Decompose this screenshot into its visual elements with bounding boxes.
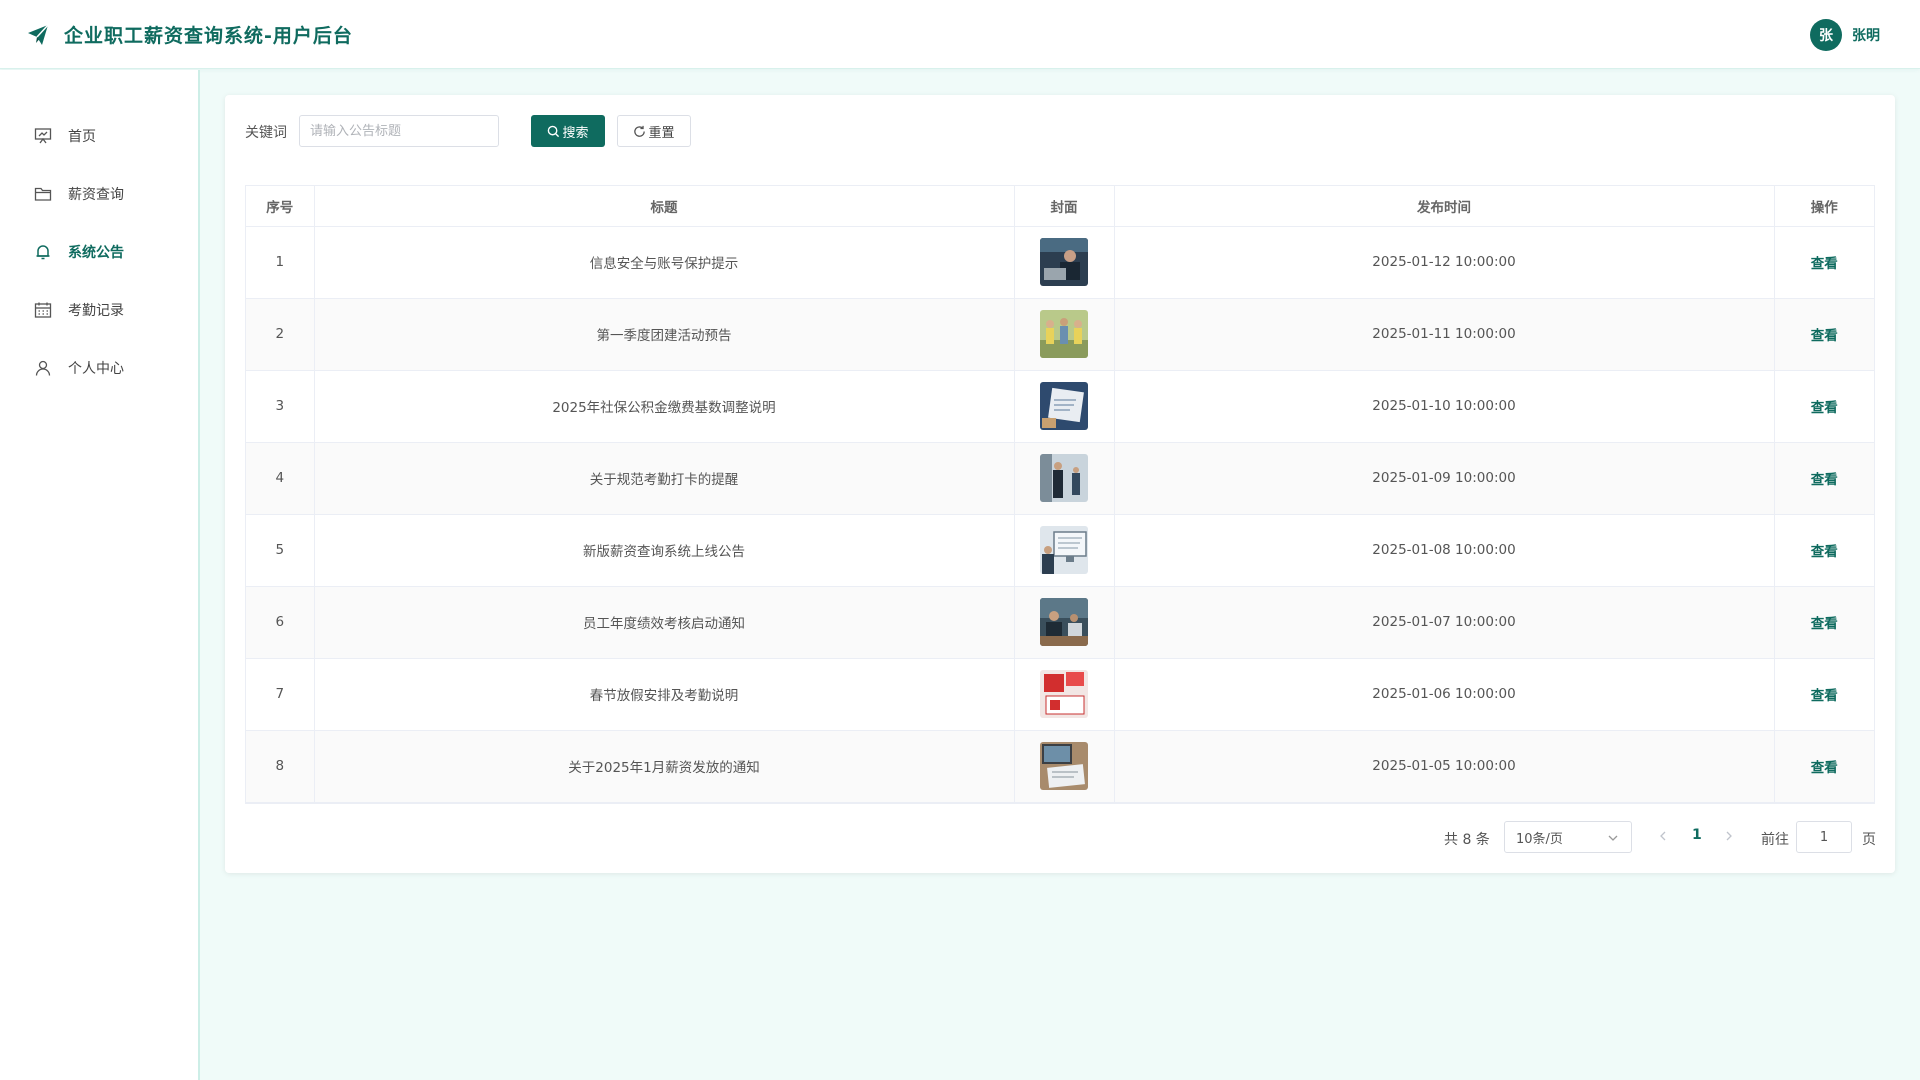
bell-icon [36, 245, 50, 260]
table-row: 1 信息安全与账号保护提示 2025-01-12 10:00:00 查看 [246, 226, 1874, 299]
table-header-row: 序号 标题 封面 发布时间 操作 [246, 186, 1874, 227]
search-button[interactable]: 搜索 [531, 115, 605, 147]
reset-button[interactable]: 重置 [617, 115, 691, 147]
table-row: 8 关于2025年1月薪资发放的通知 2025-01-05 10:00:00 查… [246, 730, 1874, 803]
page-unit-label: 页 [1862, 832, 1876, 848]
table-row: 3 2025年社保公积金缴费基数调整说明 2025-01-10 10:00:00… [246, 370, 1874, 443]
sidebar-item-label: 系统公告 [68, 245, 124, 261]
sidebar: 首页 薪资查询 系统公告 考勤记录 个人中心 [0, 70, 200, 1080]
chevron-down-icon [1608, 835, 1618, 841]
avatar[interactable]: 张 [1810, 19, 1842, 51]
column-header-title: 标题 [314, 186, 1015, 227]
sidebar-item-profile[interactable]: 个人中心 [0, 348, 198, 388]
view-link[interactable]: 查看 [1811, 688, 1838, 704]
announcement-panel: 关键词 搜索 重置 序号 标题 封面 发布时间 操作 [225, 95, 1895, 873]
goto-label: 前往 [1761, 832, 1789, 848]
folder-icon [34, 187, 52, 201]
table-row: 7 春节放假安排及考勤说明 2025-01-06 10:00:00 查看 [246, 658, 1874, 731]
cover-thumbnail[interactable] [1040, 238, 1088, 286]
row-time: 2025-01-12 10:00:00 [1114, 226, 1775, 299]
table-row: 2 第一季度团建活动预告 2025-01-11 10:00:00 查看 [246, 298, 1874, 371]
row-time: 2025-01-10 10:00:00 [1114, 370, 1775, 443]
row-index: 6 [246, 586, 315, 659]
row-time: 2025-01-09 10:00:00 [1114, 442, 1775, 515]
search-icon [548, 125, 560, 137]
row-index: 2 [246, 298, 315, 371]
sidebar-item-attendance[interactable]: 考勤记录 [0, 290, 198, 330]
cover-thumbnail[interactable] [1040, 310, 1088, 358]
cover-thumbnail[interactable] [1040, 742, 1088, 790]
table-row: 6 员工年度绩效考核启动通知 2025-01-07 10:00:00 查看 [246, 586, 1874, 659]
sidebar-item-home[interactable]: 首页 [0, 116, 198, 156]
page-size-select[interactable]: 10条/页 [1504, 821, 1632, 853]
view-link[interactable]: 查看 [1811, 400, 1838, 416]
row-time: 2025-01-05 10:00:00 [1114, 730, 1775, 803]
row-index: 8 [246, 730, 315, 803]
paper-plane-icon [28, 24, 49, 45]
row-time: 2025-01-08 10:00:00 [1114, 514, 1775, 587]
cover-thumbnail[interactable] [1040, 670, 1088, 718]
calendar-icon [34, 302, 52, 318]
row-title: 新版薪资查询系统上线公告 [314, 514, 1015, 587]
cover-thumbnail[interactable] [1040, 454, 1088, 502]
column-header-time: 发布时间 [1114, 186, 1775, 227]
row-time: 2025-01-11 10:00:00 [1114, 298, 1775, 371]
keyword-input[interactable] [299, 115, 499, 147]
cover-thumbnail[interactable] [1040, 382, 1088, 430]
refresh-icon [634, 125, 646, 137]
page-number-current[interactable]: 1 [1692, 827, 1702, 843]
row-title: 关于2025年1月薪资发放的通知 [314, 730, 1015, 803]
sidebar-item-label: 首页 [68, 129, 96, 145]
column-header-index: 序号 [246, 186, 315, 227]
row-title: 春节放假安排及考勤说明 [314, 658, 1015, 731]
search-button-label: 搜索 [562, 125, 589, 141]
row-title: 关于规范考勤打卡的提醒 [314, 442, 1015, 515]
keyword-label: 关键词 [245, 125, 287, 141]
row-title: 第一季度团建活动预告 [314, 298, 1015, 371]
sidebar-item-label: 考勤记录 [68, 303, 124, 319]
goto-page-input[interactable] [1796, 821, 1852, 853]
view-link[interactable]: 查看 [1811, 328, 1838, 344]
row-time: 2025-01-06 10:00:00 [1114, 658, 1775, 731]
column-header-cover: 封面 [1014, 186, 1115, 227]
row-title: 信息安全与账号保护提示 [314, 226, 1015, 299]
sidebar-item-announcements[interactable]: 系统公告 [0, 232, 198, 272]
app-title: 企业职工薪资查询系统-用户后台 [64, 25, 353, 47]
view-link[interactable]: 查看 [1811, 472, 1838, 488]
user-icon [35, 360, 51, 376]
row-title: 员工年度绩效考核启动通知 [314, 586, 1015, 659]
presentation-icon [34, 128, 52, 144]
row-index: 5 [246, 514, 315, 587]
announcement-table: 序号 标题 封面 发布时间 操作 1 信息安全与账号保护提示 2025-01-1… [245, 185, 1875, 804]
row-index: 3 [246, 370, 315, 443]
cover-thumbnail[interactable] [1040, 526, 1088, 574]
sidebar-item-label: 薪资查询 [68, 187, 124, 203]
table-row: 4 关于规范考勤打卡的提醒 2025-01-09 10:00:00 查看 [246, 442, 1874, 515]
row-index: 7 [246, 658, 315, 731]
cover-thumbnail[interactable] [1040, 598, 1088, 646]
row-title: 2025年社保公积金缴费基数调整说明 [314, 370, 1015, 443]
view-link[interactable]: 查看 [1811, 256, 1838, 272]
sidebar-item-salary-query[interactable]: 薪资查询 [0, 174, 198, 214]
table-row: 5 新版薪资查询系统上线公告 2025-01-08 10:00:00 查看 [246, 514, 1874, 587]
top-header: 企业职工薪资查询系统-用户后台 张 张明 [0, 0, 1920, 69]
username[interactable]: 张明 [1852, 25, 1880, 45]
row-index: 1 [246, 226, 315, 299]
row-time: 2025-01-07 10:00:00 [1114, 586, 1775, 659]
view-link[interactable]: 查看 [1811, 616, 1838, 632]
prev-page-button[interactable] [1657, 829, 1669, 843]
next-page-button[interactable] [1723, 829, 1735, 843]
reset-button-label: 重置 [648, 125, 675, 141]
view-link[interactable]: 查看 [1811, 544, 1838, 560]
sidebar-item-label: 个人中心 [68, 361, 124, 377]
total-count: 共 8 条 [1444, 832, 1490, 848]
row-index: 4 [246, 442, 315, 515]
view-link[interactable]: 查看 [1811, 760, 1838, 776]
page-size-value: 10条/页 [1516, 831, 1563, 847]
column-header-action: 操作 [1774, 186, 1874, 227]
